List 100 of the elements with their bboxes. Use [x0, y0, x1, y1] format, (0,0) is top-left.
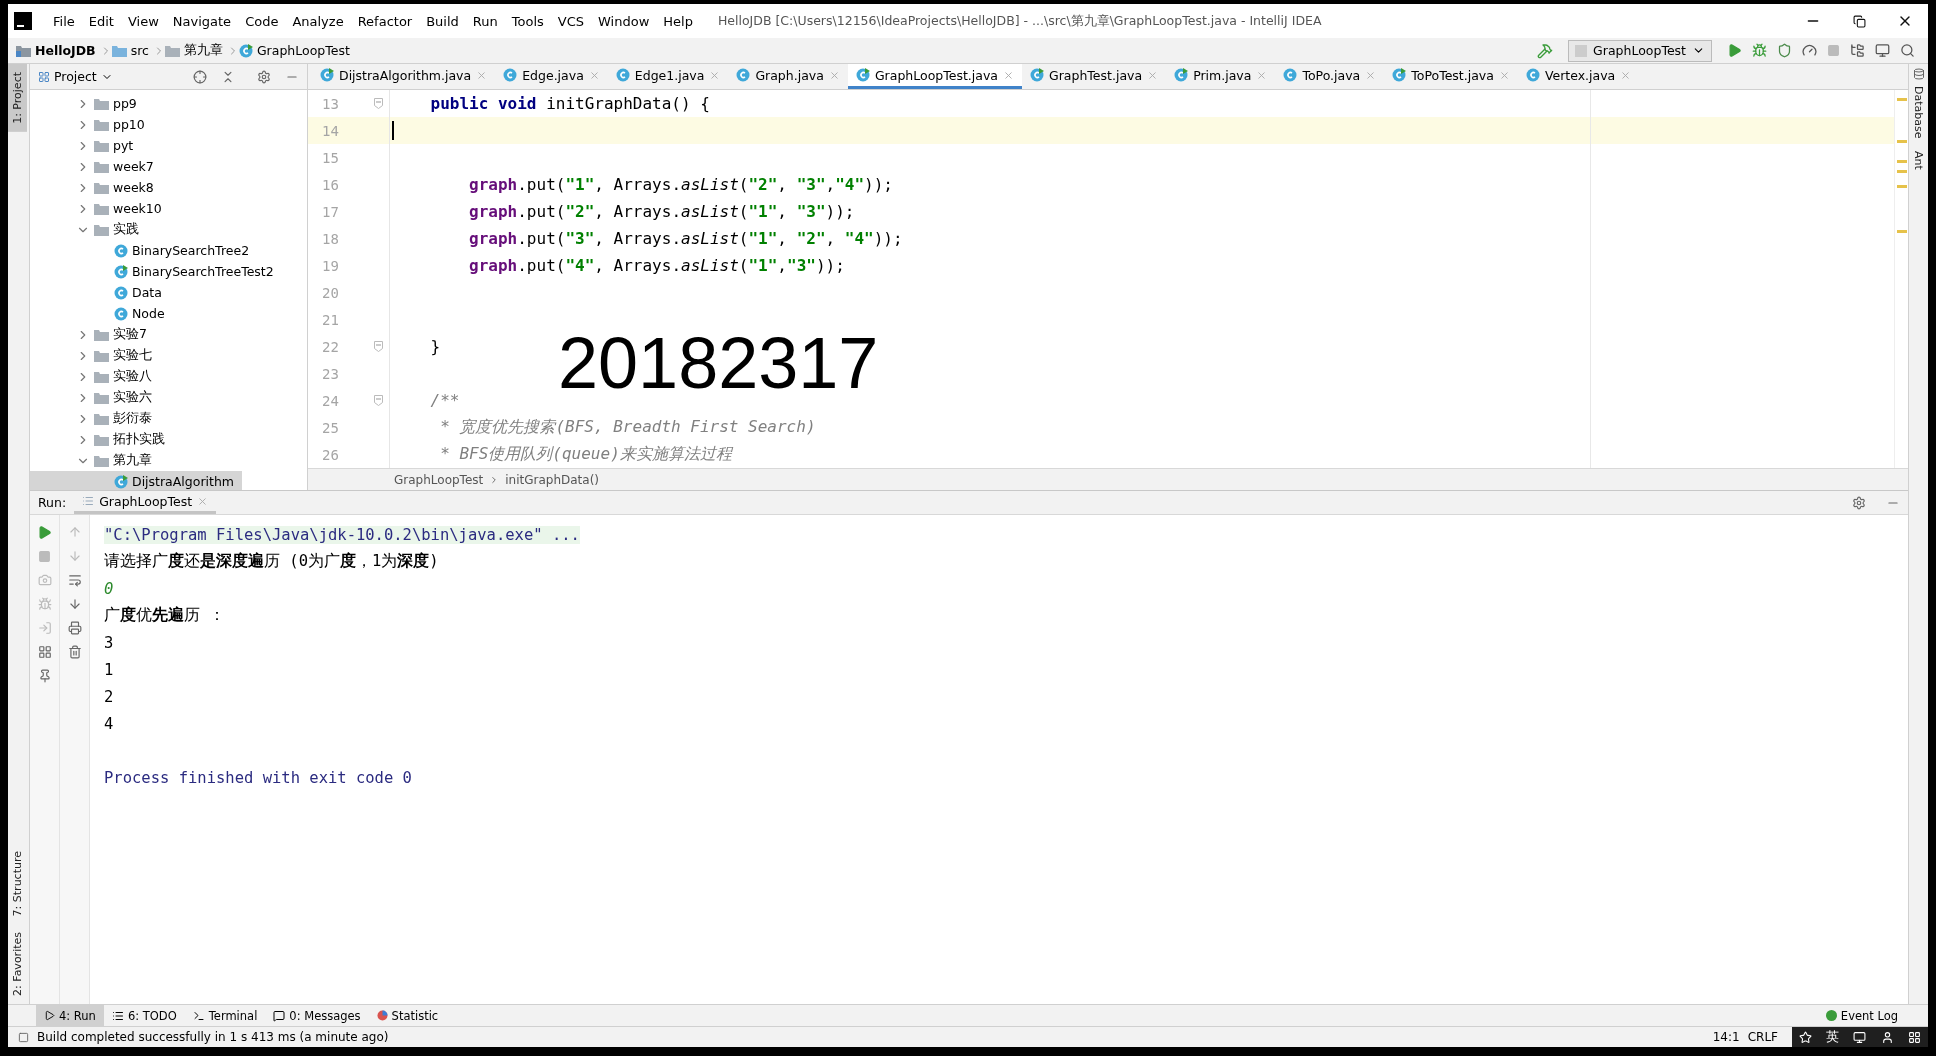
tree-item[interactable]: week7: [30, 156, 307, 177]
settings-icon[interactable]: [257, 69, 271, 84]
menu-item[interactable]: VCS: [550, 13, 592, 29]
play-icon[interactable]: [44, 1010, 55, 1021]
tool-window-tab[interactable]: 1: Project: [8, 64, 27, 132]
tree-item[interactable]: Node: [30, 303, 307, 324]
hammer-icon[interactable]: [1537, 42, 1554, 59]
fold-marker-icon[interactable]: [374, 98, 383, 109]
collapse-icon[interactable]: [221, 69, 235, 84]
breadcrumb-item[interactable]: src: [130, 43, 149, 58]
input-mode[interactable]: 英: [1826, 1028, 1840, 1046]
editor-tab[interactable]: Vertex.java: [1517, 64, 1640, 89]
editor-tab[interactable]: DijstraAlgorithm.java: [312, 64, 496, 89]
search-icon[interactable]: [1900, 43, 1915, 58]
run-tab[interactable]: GraphLoopTest: [74, 491, 217, 514]
star-icon[interactable]: [1799, 1030, 1813, 1044]
monitor-icon[interactable]: [1853, 1030, 1867, 1044]
menu-item[interactable]: Tools: [504, 13, 551, 29]
breadcrumb-item[interactable]: 第九章: [183, 42, 223, 59]
soft-wrap-icon[interactable]: [67, 573, 82, 587]
editor-tab[interactable]: GraphLoopTest.java: [847, 64, 1022, 89]
tree-item[interactable]: 实验八: [30, 366, 307, 387]
list-icon[interactable]: [111, 1009, 124, 1022]
user-icon[interactable]: [1880, 1030, 1894, 1044]
tree-item[interactable]: DijstraAlgorithm: [30, 471, 242, 490]
tree-item[interactable]: BinarySearchTreeTest2: [30, 261, 307, 282]
shield-icon[interactable]: [1777, 43, 1792, 58]
print-icon[interactable]: [67, 621, 82, 635]
tree-item[interactable]: Data: [30, 282, 307, 303]
tool-window-tab[interactable]: 2: Favorites: [8, 924, 27, 1004]
tool-tab[interactable]: Terminal: [184, 1005, 266, 1026]
run-config-dropdown[interactable]: GraphLoopTest: [1568, 39, 1712, 62]
breadcrumb-item[interactable]: GraphLoopTest: [394, 472, 484, 487]
tree-item[interactable]: pyt: [30, 135, 307, 156]
panel-title[interactable]: Project: [54, 69, 97, 84]
pie-icon[interactable]: [376, 1010, 388, 1021]
run-icon[interactable]: [1727, 43, 1742, 58]
cursor-position[interactable]: 14:1: [1712, 1030, 1740, 1044]
breadcrumb-item[interactable]: initGraphData(): [505, 472, 600, 487]
breadcrumb-item[interactable]: GraphLoopTest: [256, 43, 350, 58]
menu-item[interactable]: Refactor: [350, 13, 420, 29]
tree-item[interactable]: 第九章: [30, 450, 307, 471]
tree-item[interactable]: 实验7: [30, 324, 307, 345]
rerun-icon[interactable]: [37, 525, 52, 540]
pin-icon[interactable]: [37, 669, 52, 683]
event-log-link[interactable]: Event Log: [1840, 1008, 1898, 1023]
tool-window-tab[interactable]: Database: [1909, 80, 1928, 145]
settings-icon[interactable]: [1852, 495, 1866, 510]
scroll-marker[interactable]: [1897, 160, 1907, 163]
tree-item[interactable]: pp9: [30, 93, 307, 114]
menu-item[interactable]: Build: [419, 13, 466, 29]
scroll-marker[interactable]: [1897, 230, 1907, 233]
tree-item[interactable]: pp10: [30, 114, 307, 135]
bug-icon[interactable]: [1752, 43, 1767, 58]
restore-icon[interactable]: [1852, 14, 1866, 28]
tree-item[interactable]: BinarySearchTree2: [30, 240, 307, 261]
trash-icon[interactable]: [67, 645, 82, 659]
editor-tab[interactable]: Graph.java: [728, 64, 848, 89]
menu-item[interactable]: View: [120, 13, 166, 29]
editor-tab[interactable]: GraphTest.java: [1022, 64, 1167, 89]
menu-item[interactable]: Navigate: [165, 13, 239, 29]
scroll-to-end-icon[interactable]: [67, 597, 82, 611]
tool-tab[interactable]: 6: TODO: [103, 1005, 185, 1026]
tree-item[interactable]: 实践: [30, 219, 307, 240]
menu-item[interactable]: Window: [591, 13, 657, 29]
layout-icon[interactable]: [37, 645, 52, 659]
tool-tab[interactable]: 0: Messages: [265, 1005, 369, 1026]
gauge-icon[interactable]: [1802, 43, 1817, 58]
tree-item[interactable]: week10: [30, 198, 307, 219]
breadcrumb-item[interactable]: HelloJDB: [35, 43, 96, 58]
tree-item[interactable]: 实验六: [30, 387, 307, 408]
fold-marker-icon[interactable]: [374, 395, 383, 406]
grid-icon[interactable]: [1907, 1030, 1921, 1044]
editor-tab[interactable]: ToPo.java: [1275, 64, 1385, 89]
scroll-marker[interactable]: [1897, 98, 1907, 101]
menu-item[interactable]: Analyze: [285, 13, 351, 29]
fold-marker-icon[interactable]: [374, 341, 383, 352]
menu-item[interactable]: Help: [656, 13, 700, 29]
menu-item[interactable]: Edit: [81, 13, 121, 29]
tree-item[interactable]: 实验七: [30, 345, 307, 366]
editor-tab[interactable]: ToPoTest.java: [1384, 64, 1518, 89]
crosshair-icon[interactable]: [193, 69, 207, 84]
editor-tab[interactable]: Edge.java: [495, 64, 608, 89]
line-separator[interactable]: CRLF: [1747, 1030, 1778, 1044]
menu-item[interactable]: Code: [238, 13, 286, 29]
tool-tab[interactable]: Statistic: [368, 1005, 447, 1026]
tree-item[interactable]: week8: [30, 177, 307, 198]
menu-item[interactable]: Run: [465, 13, 505, 29]
editor-tab[interactable]: Prim.java: [1166, 64, 1276, 89]
tool-tab[interactable]: 4: Run: [36, 1005, 104, 1026]
editor-tab[interactable]: Edge1.java: [607, 64, 729, 89]
project-structure-icon[interactable]: [1850, 43, 1865, 58]
tool-window-tab[interactable]: Ant: [1909, 144, 1928, 176]
menu-item[interactable]: File: [46, 13, 82, 29]
tree-item[interactable]: 拓扑实践: [30, 429, 307, 450]
scroll-marker[interactable]: [1897, 170, 1907, 173]
monitor-icon[interactable]: [1875, 43, 1890, 58]
tree-item[interactable]: 彭衍泰: [30, 408, 307, 429]
scroll-marker[interactable]: [1897, 185, 1907, 188]
message-icon[interactable]: [273, 1009, 286, 1022]
